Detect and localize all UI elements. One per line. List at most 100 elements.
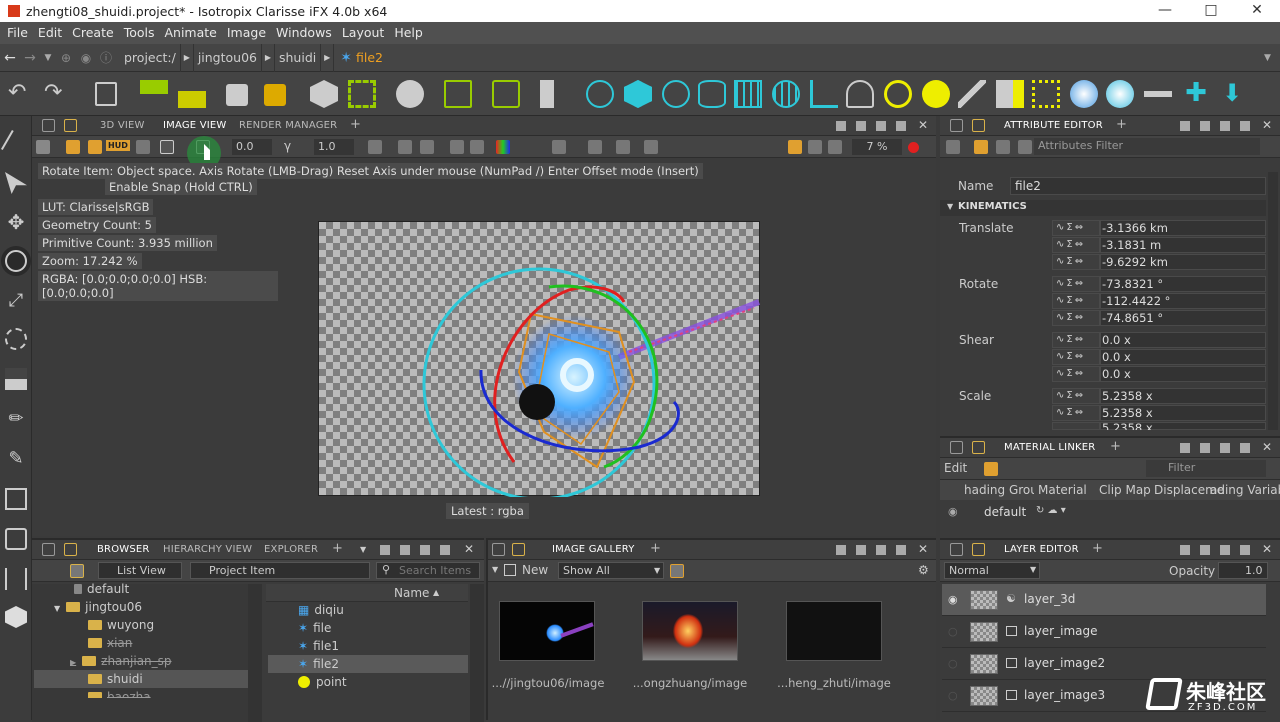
gallery-settings-icon[interactable]: ⚙ [918,563,929,577]
channel-icon[interactable] [368,140,382,154]
color-channels-icon[interactable] [496,140,510,154]
layout-icon[interactable] [552,140,566,154]
blend-mode-select[interactable]: Normal [944,562,1040,579]
rotate-tool-icon[interactable] [5,250,27,272]
back-arrow-icon[interactable]: ← [0,50,20,66]
area-light-icon[interactable] [1032,80,1060,108]
panel-menu-icon[interactable] [972,119,985,132]
list-view-select[interactable]: List View [98,562,182,579]
group-icon[interactable] [140,80,168,108]
path-segment-current[interactable]: file2 [352,50,387,65]
link-icon[interactable] [996,140,1010,154]
close-icon[interactable]: ✕ [1234,0,1280,22]
add-tab-icon[interactable]: + [332,541,343,556]
attribute-scrollbar[interactable] [1268,172,1278,430]
overlay-icon[interactable] [588,140,602,154]
panel-vsplit-icon[interactable] [420,545,430,555]
panel-menu-icon[interactable] [64,119,77,132]
sun-icon[interactable] [884,80,912,108]
column-material[interactable]: Material [1038,483,1087,497]
translate-z-controls[interactable]: ∿Σ⇔ [1052,254,1100,270]
render-stop-icon[interactable] [828,140,842,154]
menu-windows[interactable]: Windows [271,22,337,44]
panel-menu-icon[interactable] [64,543,77,556]
panel-split-icon[interactable] [1180,121,1190,131]
linker-row-controls[interactable]: ↻ ☁ ▾ [1036,505,1066,516]
tree-item-default[interactable]: default [74,582,129,596]
select-arrow-icon[interactable] [5,172,27,194]
gallery-thumb-3[interactable] [786,601,882,661]
panel-vsplit-icon[interactable] [876,121,886,131]
panel-lock-icon[interactable] [950,119,963,132]
opacity-input[interactable]: 1.0 [1218,562,1268,579]
crop-icon[interactable] [5,488,27,510]
panel-split-icon[interactable] [1180,443,1190,453]
move-icon[interactable]: ✥ [5,212,27,234]
panel-split-icon[interactable] [836,545,846,555]
translate-y-controls[interactable]: ∿Σ⇔ [1052,237,1100,253]
record-icon[interactable] [908,142,919,153]
panel-hsplit-icon[interactable] [856,121,866,131]
panel-lock-icon[interactable] [950,441,963,454]
history-icon[interactable] [420,140,434,154]
display-icon[interactable] [160,140,174,154]
layer-row[interactable]: ◉ ☯ layer_3d [942,584,1266,616]
curve-icon[interactable] [810,80,838,108]
column-shading-group[interactable]: hading Grou [964,483,1034,497]
tab-image-view[interactable]: IMAGE VIEW [163,120,226,131]
tab-hierarchy-view[interactable]: HIERARCHY VIEW [163,544,252,555]
panel-vsplit-icon[interactable] [1220,443,1230,453]
rotate-x-controls[interactable]: ∿Σ⇔ [1052,276,1100,292]
scale-tool-icon[interactable]: ⤢ [5,290,27,312]
sphere-icon[interactable] [662,80,690,108]
menu-edit[interactable]: Edit [33,22,67,44]
add-tab-icon[interactable]: + [1116,117,1127,132]
hex-tool-icon[interactable] [5,606,27,628]
column-clip-map[interactable]: Clip Map [1099,483,1151,497]
panel-close-icon[interactable]: ✕ [1262,118,1272,132]
panel-hsplit-icon[interactable] [400,545,410,555]
panel-close-icon[interactable]: ✕ [1262,542,1272,556]
browser-item-point[interactable]: point [298,675,347,689]
down-arrow-icon[interactable]: ⬇ [1218,80,1246,108]
sync-icon[interactable]: ⊕ [56,51,76,65]
panel-close-icon[interactable]: ✕ [1262,440,1272,454]
tab-render-manager[interactable]: RENDER MANAGER [239,120,337,131]
measure-icon[interactable] [5,568,27,590]
panel-split-icon[interactable] [836,121,846,131]
panel-maximize-icon[interactable] [896,121,906,131]
rotate-z-controls[interactable]: ∿Σ⇔ [1052,310,1100,326]
gallery-thumb-2[interactable] [642,601,738,661]
panel-hsplit-icon[interactable] [856,545,866,555]
panel-close-icon[interactable]: ✕ [464,542,474,556]
compare-icon[interactable] [136,140,150,154]
gallery-thumb-1[interactable] [499,601,595,661]
locator-icon[interactable] [1144,80,1172,108]
path-segment-shuidi[interactable]: shuidi [275,50,320,65]
path-dropdown-icon[interactable]: ▼ [1264,53,1271,63]
tree-item-zhanjian[interactable]: ▶ zhanjian_sp [70,654,172,668]
image-menu-icon[interactable] [36,140,50,154]
panel-vsplit-icon[interactable] [1220,121,1230,131]
tree-scrollbar[interactable] [248,584,262,722]
camera-tool-icon[interactable] [5,528,27,550]
panel-close-icon[interactable]: ✕ [918,118,928,132]
tab-browser[interactable]: BROWSER [97,544,150,555]
panel-maximize-icon[interactable] [1240,121,1250,131]
compare-image-icon[interactable] [470,140,484,154]
browser-item-file2[interactable]: ✶ file2 [268,655,468,673]
panel-close-icon[interactable]: ✕ [918,542,928,556]
tab-3d-view[interactable]: 3D VIEW [100,120,145,131]
lock-icon[interactable] [226,84,248,106]
render-pause-icon[interactable] [808,140,822,154]
tab-layer-editor[interactable]: LAYER EDITOR [1004,544,1079,555]
show-all-select[interactable]: Show All [558,562,664,579]
panel-lock-icon[interactable] [950,543,963,556]
layer-visible-eye-icon[interactable]: ○ [948,657,958,670]
linker-row[interactable]: ◉ default ↻ ☁ ▾ [940,500,1280,524]
search-items-input[interactable]: Search Items [376,562,480,579]
stamp-icon[interactable] [5,368,27,390]
expand-arrow-icon[interactable]: ▶ [70,658,76,667]
new-button[interactable]: New [522,563,548,577]
import-icon[interactable] [444,80,472,108]
